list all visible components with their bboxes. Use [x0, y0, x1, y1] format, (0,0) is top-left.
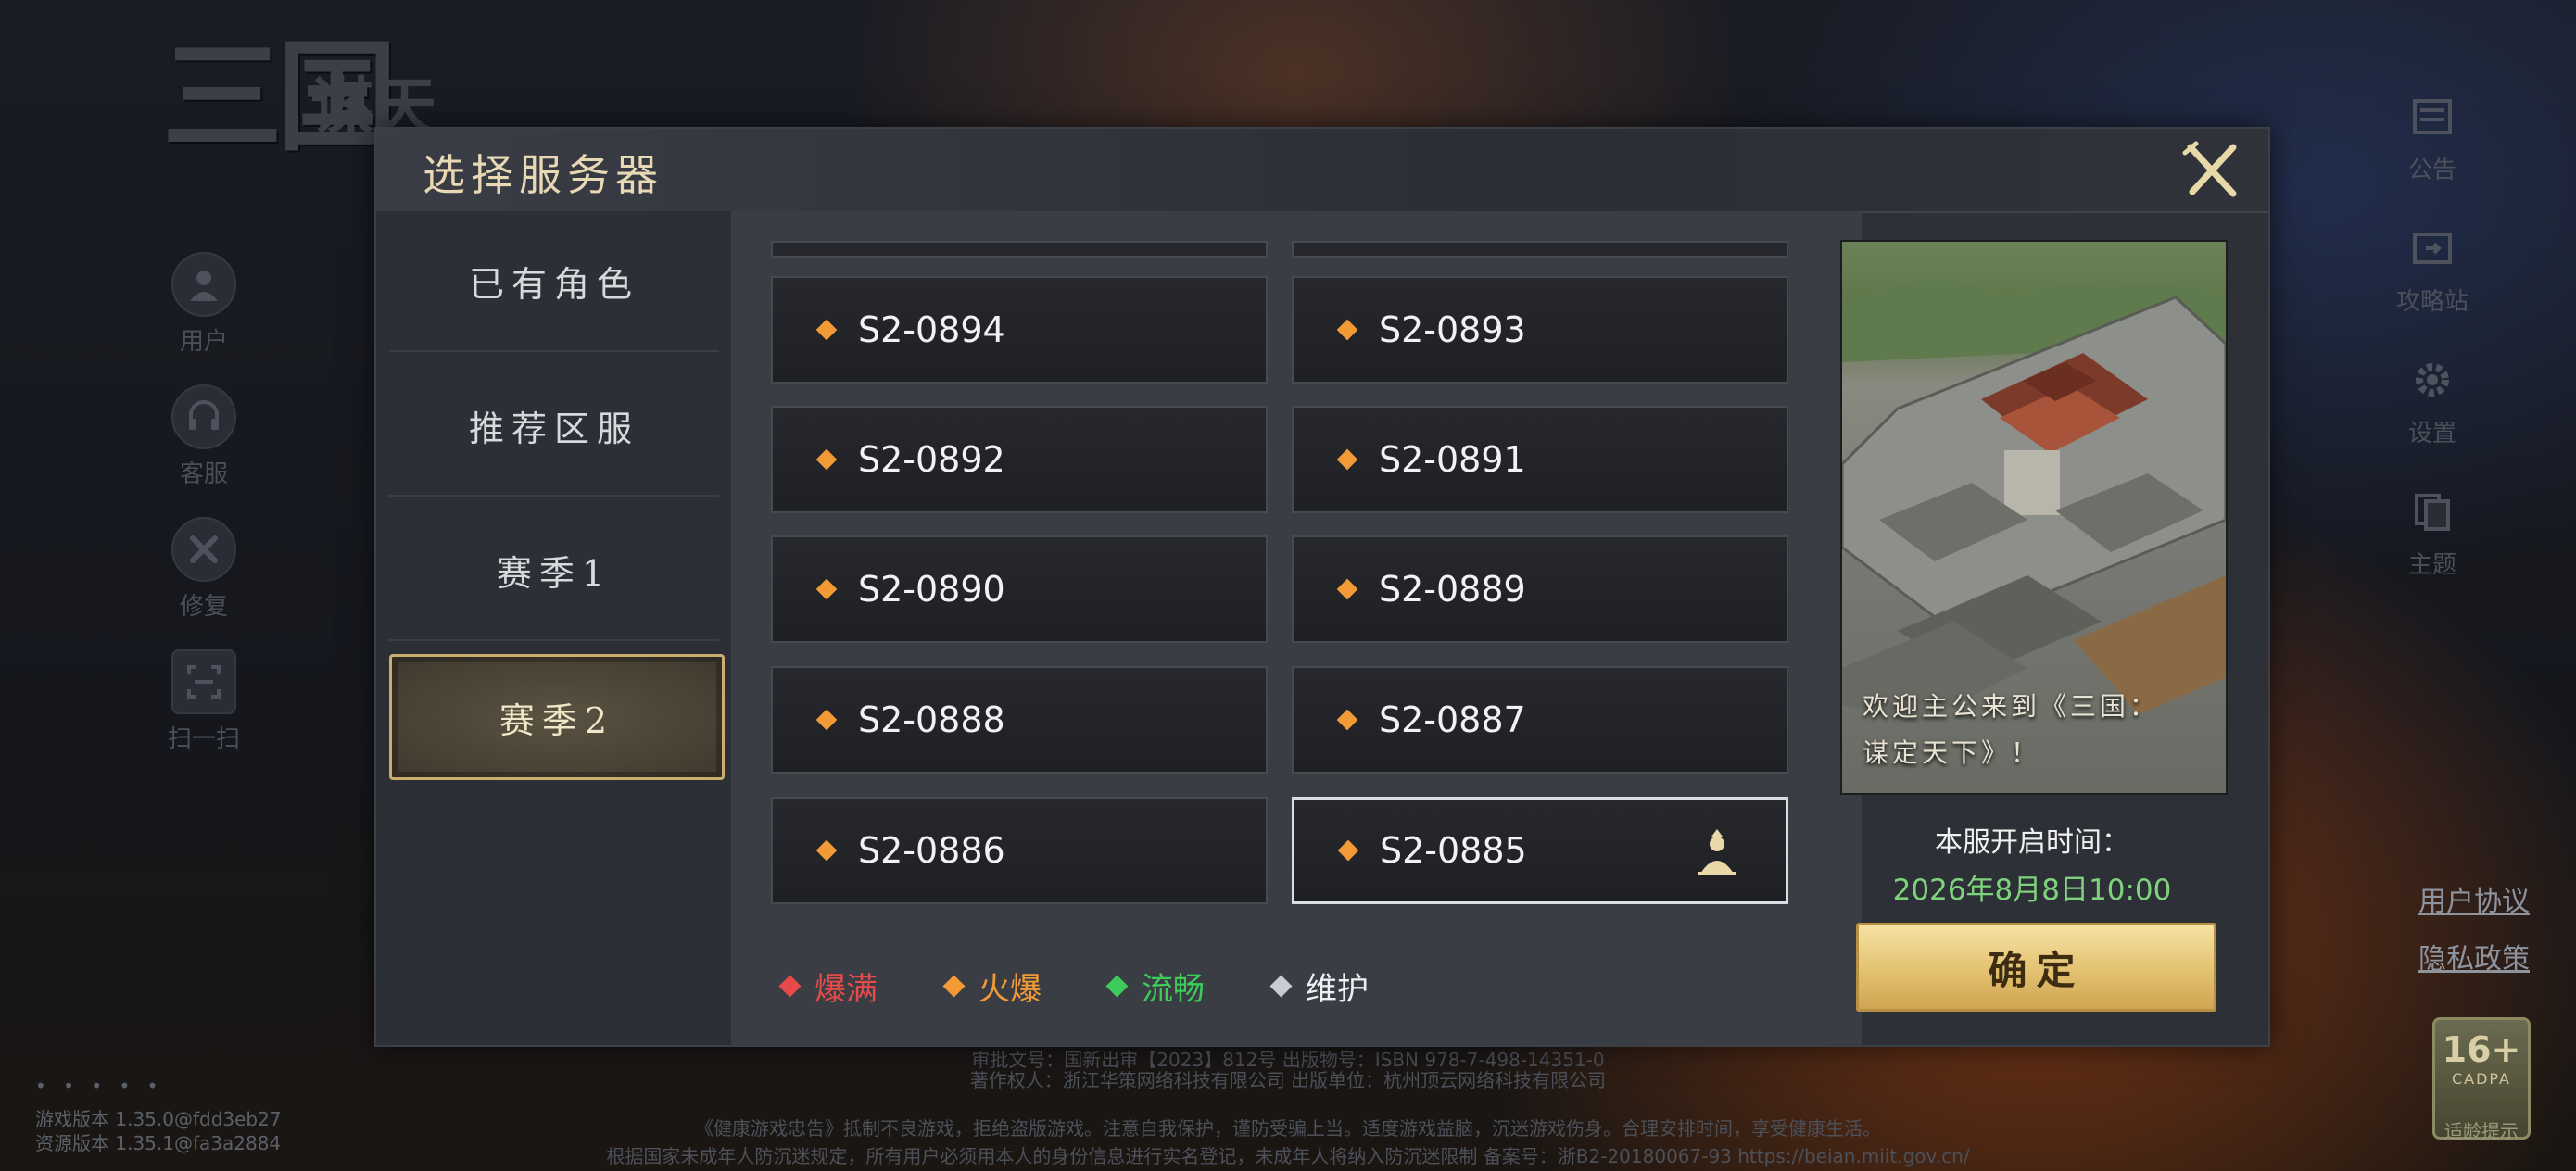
headset-icon — [171, 384, 236, 449]
server-item[interactable]: S2-0894 — [771, 276, 1268, 384]
server-select-dialog: 选择服务器 已有角色 推荐区服 赛季1 赛季2 S2-0894 S2-0893 — [374, 127, 2270, 1047]
right-menu-label: 公告 — [2407, 157, 2456, 184]
status-diamond-icon — [815, 709, 838, 731]
side-menu-label: 修复 — [179, 593, 228, 621]
server-item-selected[interactable]: S2-0885 — [1292, 797, 1788, 904]
server-item[interactable]: S2-0888 — [771, 666, 1268, 774]
right-menu-label: 攻略站 — [2395, 288, 2469, 316]
legend-diamond-icon — [942, 975, 966, 998]
right-menu-guide[interactable]: 攻略站 — [2377, 220, 2488, 317]
scan-icon — [171, 649, 236, 714]
theme-icon — [2404, 483, 2461, 540]
server-promo-image: 欢迎主公来到《三国： 谋定天下》！ — [1840, 240, 2228, 795]
server-list-panel: S2-0894 S2-0893 S2-0892 S2-0891 S2-0890 … — [731, 211, 1862, 1045]
side-menu-label: 用户 — [179, 328, 228, 356]
right-menu-theme[interactable]: 主题 — [2377, 483, 2488, 580]
footer-anti-addiction: 根据国家未成年人防沉迷规定，所有用户必须用本人的身份信息进行实名登记，未成年人将… — [606, 1145, 1970, 1167]
server-item[interactable]: S2-0890 — [771, 535, 1268, 643]
privacy-policy-link[interactable]: 隐私政策 — [2418, 936, 2530, 976]
legend-diamond-icon — [1105, 975, 1129, 998]
server-name: S2-0889 — [1379, 569, 1526, 610]
footer-copyright: 著作权人：浙江华策网络科技有限公司 出版单位：杭州顶云网络科技有限公司 — [969, 1069, 1607, 1091]
legend-hot: 火爆 — [942, 963, 1042, 1009]
server-name: S2-0886 — [858, 830, 1005, 871]
open-time-label: 本服开启时间： — [1935, 826, 2129, 859]
status-diamond-icon — [815, 578, 838, 600]
right-menu-settings[interactable]: 设置 — [2377, 351, 2488, 448]
legend-label: 维护 — [1306, 971, 1369, 1008]
legend-diamond-icon — [1269, 975, 1293, 998]
side-menu-repair[interactable]: 修复 — [148, 517, 259, 622]
server-name: S2-0893 — [1379, 309, 1526, 350]
server-item[interactable]: S2-0886 — [771, 797, 1268, 904]
guide-icon — [2404, 220, 2461, 277]
tab-recommended[interactable]: 推荐区服 — [389, 356, 719, 497]
server-name: S2-0894 — [858, 309, 1005, 350]
server-item-partial[interactable] — [771, 241, 1268, 258]
server-item[interactable]: S2-0893 — [1292, 276, 1788, 384]
legend-full: 爆满 — [778, 963, 878, 1009]
announcement-icon — [2404, 88, 2461, 145]
right-menu-label: 主题 — [2407, 551, 2456, 579]
server-name: S2-0885 — [1380, 830, 1527, 871]
status-diamond-icon — [1336, 709, 1358, 731]
legend-maintenance: 维护 — [1269, 963, 1369, 1009]
right-menu-announcement[interactable]: 公告 — [2377, 88, 2488, 185]
status-diamond-icon — [1336, 319, 1358, 341]
legend-smooth: 流畅 — [1105, 963, 1205, 1009]
tab-season-2[interactable]: 赛季2 — [389, 654, 725, 780]
status-diamond-icon — [815, 319, 838, 341]
server-name: S2-0890 — [858, 569, 1005, 610]
existing-role-icon — [1698, 829, 1736, 875]
season-tabs: 已有角色 推荐区服 赛季1 赛季2 — [376, 211, 731, 1045]
dialog-title: 选择服务器 — [423, 150, 663, 200]
footer-health-notice: 《健康游戏忠告》抵制不良游戏，拒绝盗版游戏。注意自我保护，谨防受骗上当。适度游戏… — [695, 1117, 1881, 1140]
server-item[interactable]: S2-0887 — [1292, 666, 1788, 774]
promo-caption: 欢迎主公来到《三国： 谋定天下》！ — [1863, 684, 2211, 776]
server-item-partial[interactable] — [1292, 241, 1788, 258]
server-item[interactable]: S2-0892 — [771, 406, 1268, 513]
server-name: S2-0887 — [1379, 699, 1526, 740]
promo-caption-line: 欢迎主公来到《三国： — [1863, 691, 2160, 722]
user-agreement-link[interactable]: 用户协议 — [2418, 878, 2530, 919]
right-menu-label: 设置 — [2407, 420, 2456, 447]
status-diamond-icon — [815, 839, 838, 862]
server-name: S2-0891 — [1379, 439, 1526, 480]
legend-label: 流畅 — [1142, 971, 1205, 1008]
dialog-header: 选择服务器 — [376, 129, 2268, 213]
legend-label: 火爆 — [979, 971, 1042, 1008]
status-diamond-icon — [1336, 448, 1358, 471]
server-item[interactable]: S2-0889 — [1292, 535, 1788, 643]
side-menu-label: 扫一扫 — [167, 725, 240, 753]
user-icon — [171, 252, 236, 317]
tab-existing-roles[interactable]: 已有角色 — [389, 211, 719, 352]
wrench-icon — [171, 517, 236, 582]
server-name: S2-0892 — [858, 439, 1005, 480]
gear-icon — [2404, 351, 2461, 409]
legend-diamond-icon — [778, 975, 802, 998]
confirm-button[interactable]: 确定 — [1856, 923, 2216, 1012]
server-name: S2-0888 — [858, 699, 1005, 740]
side-menu-user[interactable]: 用户 — [148, 252, 259, 357]
side-menu-scan[interactable]: 扫一扫 — [148, 649, 259, 754]
close-button[interactable] — [2181, 140, 2242, 201]
promo-caption-line: 谋定天下》！ — [1863, 737, 2041, 768]
status-diamond-icon — [1337, 839, 1359, 862]
server-item[interactable]: S2-0891 — [1292, 406, 1788, 513]
close-icon — [2182, 141, 2237, 197]
side-menu-service[interactable]: 客服 — [148, 384, 259, 489]
status-diamond-icon — [1336, 578, 1358, 600]
side-menu-label: 客服 — [179, 460, 228, 488]
legend-label: 爆满 — [814, 971, 878, 1008]
open-time-value: 2026年8月8日10:00 — [1892, 874, 2172, 907]
status-diamond-icon — [815, 448, 838, 471]
tab-season-1[interactable]: 赛季1 — [389, 500, 719, 641]
